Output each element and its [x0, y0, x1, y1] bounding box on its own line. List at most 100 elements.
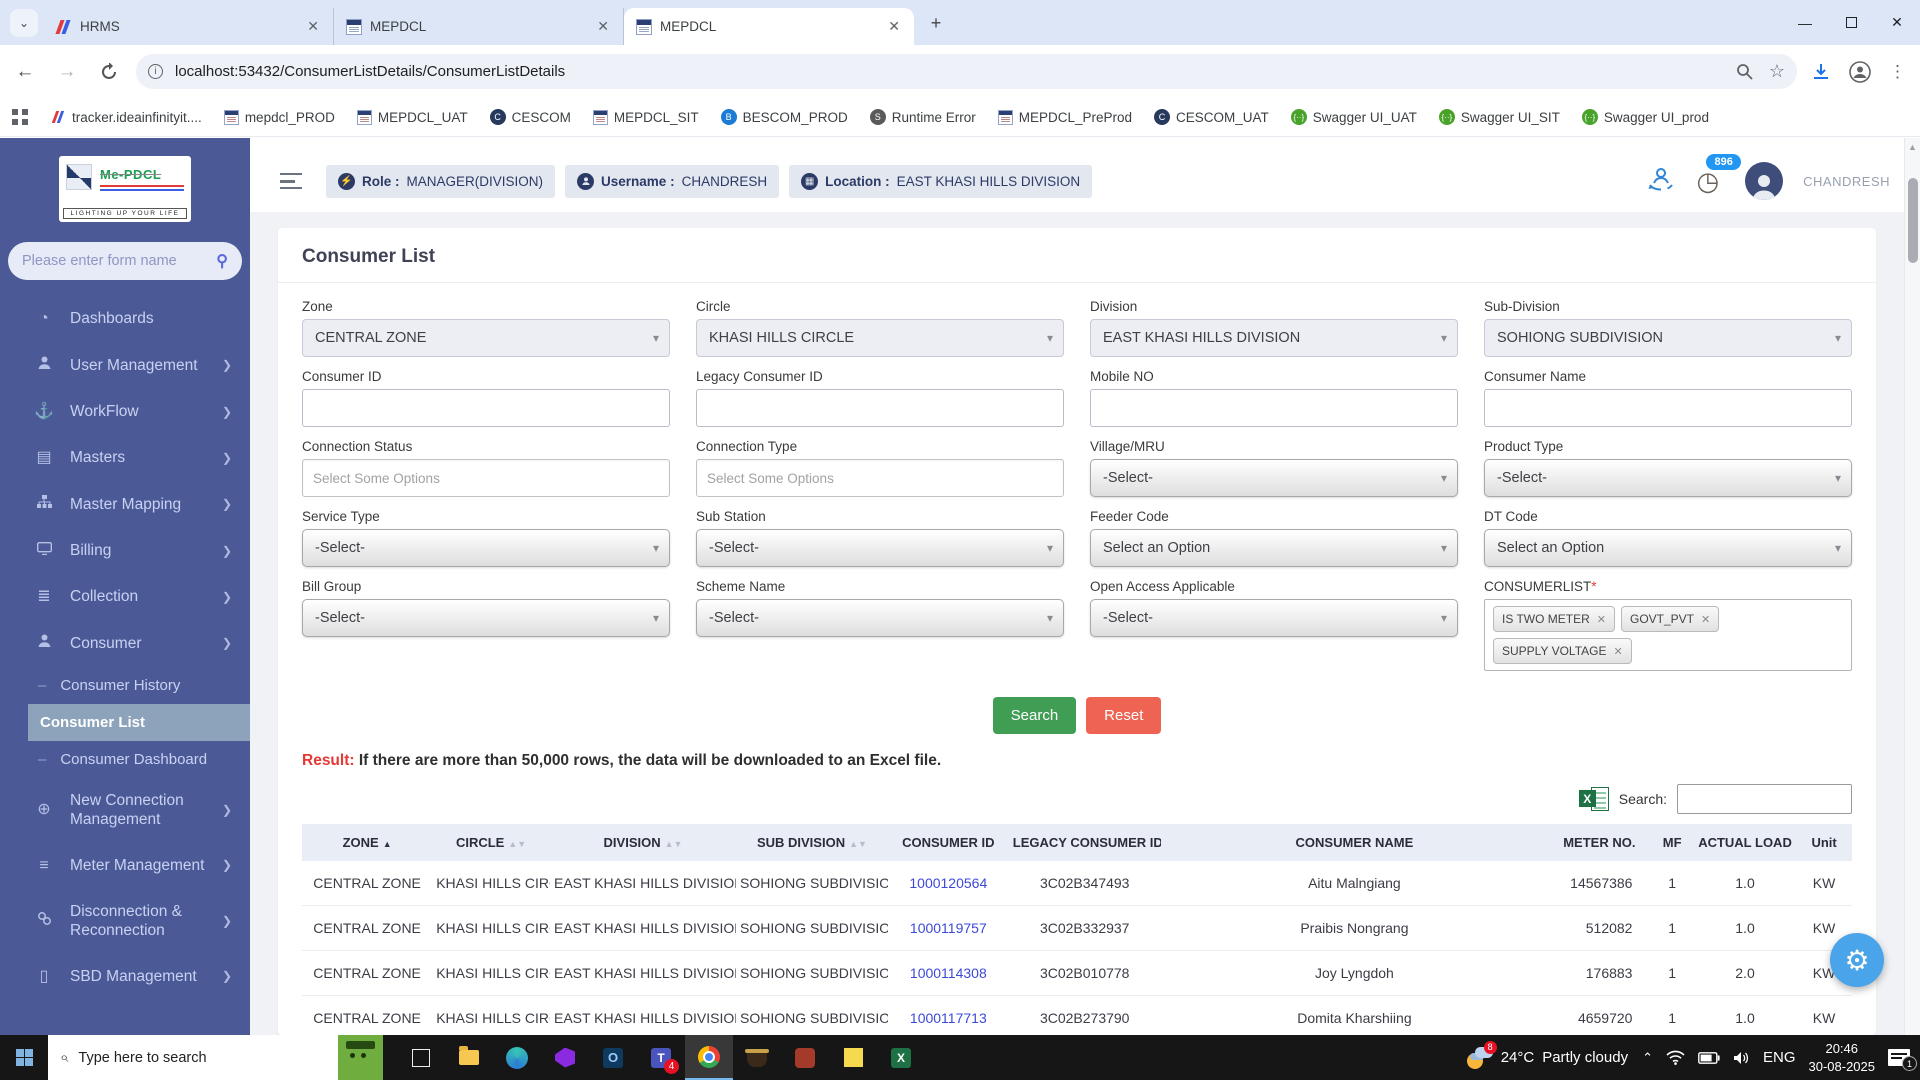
- back-icon[interactable]: ←: [8, 55, 42, 89]
- start-button[interactable]: [0, 1035, 48, 1080]
- open-access-select[interactable]: -Select-: [1090, 599, 1458, 637]
- taskbar-search[interactable]: ⌕ Type here to search: [48, 1035, 338, 1080]
- minimize-button[interactable]: —: [1782, 0, 1828, 45]
- consumer-id-link[interactable]: 1000114308: [888, 951, 1009, 996]
- sub-station-select[interactable]: -Select-: [696, 529, 1064, 567]
- bookmark-item[interactable]: BBESCOM_PROD: [721, 109, 848, 125]
- new-tab-button[interactable]: +: [922, 9, 950, 37]
- bookmark-item[interactable]: {··}Swagger UI_SIT: [1439, 109, 1560, 125]
- taskbar-character-icon[interactable]: [338, 1035, 383, 1080]
- page-scrollbar[interactable]: ▲: [1904, 138, 1920, 1035]
- bookmark-item[interactable]: MEPDCL_SIT: [593, 110, 699, 125]
- mobile-no-input[interactable]: [1090, 389, 1458, 427]
- bookmark-item[interactable]: SRuntime Error: [870, 109, 976, 125]
- sub-division-select[interactable]: SOHIONG SUBDIVISION: [1484, 319, 1852, 357]
- sidebar-item-sbd-management[interactable]: ▯SBD Management❯: [0, 954, 250, 1000]
- col-circle[interactable]: CIRCLE▲▼: [432, 824, 550, 861]
- chrome-button-active[interactable]: [685, 1035, 733, 1080]
- excel-button[interactable]: X: [877, 1035, 925, 1080]
- col-consumer-name[interactable]: CONSUMER NAME: [1161, 824, 1549, 861]
- bookmark-item[interactable]: CCESCOM_UAT: [1154, 109, 1269, 125]
- tab-close-icon[interactable]: ✕: [884, 16, 904, 37]
- bookmark-item[interactable]: mepdcl_PROD: [224, 110, 335, 125]
- task-view-button[interactable]: [397, 1035, 445, 1080]
- consumer-id-input[interactable]: [302, 389, 670, 427]
- bookmark-item[interactable]: MEPDCL_PreProd: [998, 110, 1132, 125]
- sidebar-item-consumer[interactable]: Consumer❯: [0, 620, 250, 667]
- sidebar-item-dashboards[interactable]: ◔Dashboards: [0, 296, 250, 342]
- avatar[interactable]: [1745, 162, 1783, 200]
- battery-icon[interactable]: [1698, 1052, 1720, 1064]
- hamburger-menu-icon[interactable]: [280, 173, 302, 189]
- taskbar-clock[interactable]: 20:46 30-08-2025: [1809, 1040, 1876, 1075]
- tab-list-button[interactable]: ⌄: [10, 9, 38, 37]
- visual-studio-button[interactable]: [541, 1035, 589, 1080]
- url-text[interactable]: localhost:53432/ConsumerListDetails/Cons…: [175, 63, 1736, 80]
- tag-chip[interactable]: GOVT_PVT✕: [1621, 606, 1719, 632]
- bill-group-select[interactable]: -Select-: [302, 599, 670, 637]
- tab-hrms[interactable]: HRMS ✕: [44, 8, 334, 45]
- product-type-select[interactable]: -Select-: [1484, 459, 1852, 497]
- sidebar-search-input[interactable]: [22, 253, 216, 269]
- settings-fab[interactable]: ⚙: [1830, 933, 1884, 987]
- outlook-button[interactable]: O: [589, 1035, 637, 1080]
- bookmark-item[interactable]: tracker.ideainfinityit....: [50, 109, 202, 125]
- bookmark-item[interactable]: CCESCOM: [490, 109, 571, 125]
- excel-export-icon[interactable]: X: [1579, 784, 1609, 814]
- menu-kebab-icon[interactable]: ⋮: [1889, 62, 1906, 82]
- remove-tag-icon[interactable]: ✕: [1597, 613, 1606, 626]
- scroll-up-icon[interactable]: ▲: [1905, 138, 1920, 152]
- consumer-id-link[interactable]: 1000120564: [888, 861, 1009, 906]
- bookmark-item[interactable]: {··}Swagger UI_prod: [1582, 109, 1709, 125]
- search-button[interactable]: Search: [993, 697, 1077, 734]
- dt-code-select[interactable]: Select an Option: [1484, 529, 1852, 567]
- profile-icon[interactable]: [1849, 61, 1871, 83]
- col-consumer-id[interactable]: CONSUMER ID: [888, 824, 1009, 861]
- bookmark-item[interactable]: {··}Swagger UI_UAT: [1291, 109, 1417, 125]
- sidebar-item-consumer-dashboard[interactable]: –Consumer Dashboard: [0, 741, 250, 778]
- maximize-button[interactable]: [1828, 0, 1874, 45]
- site-info-icon[interactable]: i: [148, 64, 163, 79]
- remove-tag-icon[interactable]: ✕: [1613, 645, 1622, 658]
- col-sub-division[interactable]: SUB DIVISION▲▼: [736, 824, 888, 861]
- sidebar-item-meter-management[interactable]: ≡Meter Management❯: [0, 843, 250, 889]
- tag-chip[interactable]: IS TWO METER✕: [1493, 606, 1615, 632]
- file-explorer-button[interactable]: [445, 1035, 493, 1080]
- consumer-name-input[interactable]: [1484, 389, 1852, 427]
- sidebar-item-new-connection-management[interactable]: ⊕New Connection Management❯: [0, 778, 250, 843]
- sidebar-item-user-management[interactable]: User Management❯: [0, 342, 250, 389]
- tab-close-icon[interactable]: ✕: [303, 16, 323, 37]
- address-bar[interactable]: i localhost:53432/ConsumerListDetails/Co…: [136, 54, 1797, 89]
- remove-tag-icon[interactable]: ✕: [1701, 613, 1710, 626]
- connection-status-multiselect[interactable]: Select Some Options: [302, 459, 670, 497]
- language-indicator[interactable]: ENG: [1763, 1049, 1796, 1066]
- action-center-icon[interactable]: 1: [1888, 1049, 1910, 1066]
- reload-icon[interactable]: [92, 55, 126, 89]
- tab-close-icon[interactable]: ✕: [593, 16, 613, 37]
- scrollbar-thumb[interactable]: [1908, 178, 1918, 263]
- tab-mepdcl-2-active[interactable]: MEPDCL ✕: [624, 8, 914, 45]
- pending-clock[interactable]: ◷ 896: [1696, 166, 1719, 197]
- sidebar-item-disconnection-reconnection[interactable]: Disconnection & Reconnection❯: [0, 889, 250, 954]
- col-zone[interactable]: ZONE▲: [302, 824, 432, 861]
- edge-button[interactable]: [493, 1035, 541, 1080]
- col-division[interactable]: DIVISION▲▼: [550, 824, 736, 861]
- teams-button[interactable]: T4: [637, 1035, 685, 1080]
- forward-icon[interactable]: →: [50, 55, 84, 89]
- village-mru-select[interactable]: -Select-: [1090, 459, 1458, 497]
- table-search-input[interactable]: [1677, 784, 1852, 814]
- sidebar-item-billing[interactable]: Billing❯: [0, 528, 250, 574]
- zone-select[interactable]: CENTRAL ZONE: [302, 319, 670, 357]
- bookmark-item[interactable]: MEPDCL_UAT: [357, 110, 468, 125]
- consumer-id-link[interactable]: 1000119757: [888, 906, 1009, 951]
- col-mf[interactable]: MF: [1650, 824, 1693, 861]
- cauldron-app-button[interactable]: [733, 1035, 781, 1080]
- tray-expand-icon[interactable]: ⌃: [1642, 1050, 1653, 1066]
- circle-select[interactable]: KHASI HILLS CIRCLE: [696, 319, 1064, 357]
- weather-widget[interactable]: 8 24°C Partly cloudy: [1465, 1047, 1628, 1069]
- division-select[interactable]: EAST KHASI HILLS DIVISION: [1090, 319, 1458, 357]
- sidebar-search[interactable]: ⚲: [8, 242, 242, 280]
- legacy-consumer-id-input[interactable]: [696, 389, 1064, 427]
- apps-grid-icon[interactable]: [12, 109, 28, 125]
- tab-mepdcl-1[interactable]: MEPDCL ✕: [334, 8, 624, 45]
